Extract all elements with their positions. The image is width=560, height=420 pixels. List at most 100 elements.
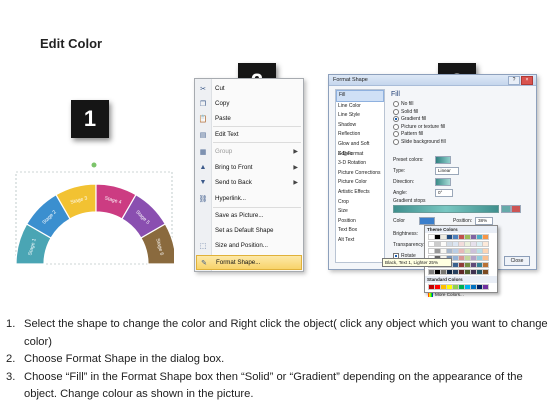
fill-option-label: No fill xyxy=(401,101,414,107)
sidebar-item-line-style[interactable]: Line Style xyxy=(336,111,384,121)
size-position-icon: ⬚ xyxy=(199,242,207,250)
brightness-label: Brightness: xyxy=(393,231,419,237)
palette-icon xyxy=(428,292,433,297)
menu-item-label: Copy xyxy=(215,100,230,107)
menu-item-label: Paste xyxy=(215,115,231,122)
menu-item-copy[interactable]: ❐ Copy xyxy=(196,97,302,110)
instruction-text: Select the shape to change the color and… xyxy=(24,318,548,348)
menu-item-label: Bring to Front xyxy=(215,164,253,171)
angle-label: Angle: xyxy=(393,190,408,196)
fill-option-5[interactable]: Slide background fill xyxy=(393,139,446,145)
radio-icon xyxy=(393,123,399,130)
sidebar-item-artistic-effects[interactable]: Artistic Effects xyxy=(336,188,384,198)
menu-item-send-to-back[interactable]: ▼ Send to Back ▶ xyxy=(196,176,302,189)
instruction-text: Choose “Fill” in the Format Shape box th… xyxy=(24,370,523,401)
group-icon: ▦ xyxy=(199,148,207,156)
color-picker-button[interactable] xyxy=(419,217,435,225)
menu-item-hyperlink[interactable]: ⛓ Hyperlink... xyxy=(196,192,302,205)
sidebar-item-picture-color[interactable]: Picture Color xyxy=(336,178,384,188)
instruction-number: 1. xyxy=(6,318,16,330)
fill-option-label: Slide background fill xyxy=(401,139,446,145)
color-swatch[interactable] xyxy=(482,248,489,254)
submenu-arrow-icon: ▶ xyxy=(293,149,298,155)
rotation-handle[interactable] xyxy=(91,162,97,168)
color-swatch[interactable] xyxy=(482,234,489,240)
fill-option-3[interactable]: Picture or texture fill xyxy=(393,123,446,130)
sidebar-item-position[interactable]: Position xyxy=(336,217,384,227)
position-input[interactable]: 38% xyxy=(475,217,493,225)
bring-front-icon: ▲ xyxy=(199,164,207,171)
submenu-arrow-icon: ▶ xyxy=(293,180,298,186)
step-badge-1: 1 xyxy=(71,100,109,138)
menu-separator xyxy=(213,126,301,127)
menu-item-size-and-position[interactable]: ⬚ Size and Position... xyxy=(196,239,302,252)
sidebar-item-reflection[interactable]: Reflection xyxy=(336,130,384,140)
menu-item-set-as-default-shape[interactable]: Set as Default Shape xyxy=(196,224,302,237)
direction-dropdown[interactable] xyxy=(435,178,451,186)
menu-item-label: Edit Text xyxy=(215,131,239,138)
format-shape-icon: ✎ xyxy=(201,259,207,267)
menu-item-group[interactable]: ▦ Group ▶ xyxy=(196,145,302,158)
menu-item-label: Size and Position... xyxy=(215,242,268,249)
sidebar-item-picture-corrections[interactable]: Picture Corrections xyxy=(336,169,384,179)
menu-item-label: Send to Back xyxy=(215,179,252,186)
sidebar-item-3-d-format[interactable]: 3-D Format xyxy=(336,150,384,160)
dialog-titlebar: Format Shape ? × xyxy=(329,75,536,86)
instructions-list: 1. Select the shape to change the color a… xyxy=(6,316,556,404)
sidebar-item-shadow[interactable]: Shadow xyxy=(336,121,384,131)
fill-option-label: Solid fill xyxy=(401,108,419,115)
angle-input[interactable]: 0° xyxy=(435,189,453,197)
menu-item-bring-to-front[interactable]: ▲ Bring to Front ▶ xyxy=(196,161,302,174)
fill-option-1[interactable]: Solid fill xyxy=(393,108,419,115)
menu-item-save-as-picture[interactable]: Save as Picture... xyxy=(196,209,302,222)
sidebar-item-glow-and-soft-edges[interactable]: Glow and Soft Edges xyxy=(336,140,384,157)
color-swatch[interactable] xyxy=(482,269,489,275)
fill-option-0[interactable]: No fill xyxy=(393,101,414,107)
sidebar-item-text-box[interactable]: Text Box xyxy=(336,226,384,236)
stage-arc-diagram[interactable]: Stage 1Stage 2Stage 3 Stage 4Stage 5Stage… xyxy=(14,156,174,268)
type-dropdown[interactable]: Linear xyxy=(435,167,459,175)
copy-icon: ❐ xyxy=(199,100,207,108)
sidebar-item-3-d-rotation[interactable]: 3-D Rotation xyxy=(336,159,384,169)
instruction-number: 2. xyxy=(6,353,16,365)
edit-text-icon: ▤ xyxy=(199,131,207,139)
remove-stop-button[interactable] xyxy=(511,205,521,213)
sidebar-item-line-color[interactable]: Line Color xyxy=(336,102,384,112)
fill-option-4[interactable]: Pattern fill xyxy=(393,131,423,138)
paste-icon: 📋 xyxy=(198,115,208,123)
menu-item-paste[interactable]: 📋 Paste xyxy=(196,112,302,125)
sidebar-item-crop[interactable]: Crop xyxy=(336,198,384,208)
preset-colors-dropdown[interactable] xyxy=(435,156,451,164)
menu-item-label: Cut xyxy=(215,85,225,92)
color-swatch[interactable] xyxy=(482,262,489,268)
gradient-stops-bar[interactable] xyxy=(393,205,499,213)
color-swatch[interactable] xyxy=(482,255,489,261)
color-swatch[interactable] xyxy=(482,241,489,247)
add-stop-button[interactable] xyxy=(501,205,511,213)
close-button[interactable]: Close xyxy=(504,256,530,266)
scissors-icon: ✂ xyxy=(200,85,206,93)
sidebar-item-fill[interactable]: Fill xyxy=(336,90,384,102)
close-icon[interactable]: × xyxy=(521,76,533,85)
instruction-item: 2. Choose Format Shape in the dialog box. xyxy=(6,351,556,369)
menu-separator xyxy=(213,207,301,208)
fill-option-label: Picture or texture fill xyxy=(401,123,446,130)
radio-icon xyxy=(393,116,399,123)
theme-colors-label: Theme Colors xyxy=(425,226,497,233)
menu-item-label: Group xyxy=(215,148,233,155)
page-title: Edit Color xyxy=(40,36,103,51)
color-tooltip: Black, Text 1, Lighter 25% xyxy=(382,258,452,267)
menu-item-cut[interactable]: ✂ Cut xyxy=(196,82,302,95)
menu-item-edit-text[interactable]: ▤ Edit Text xyxy=(196,128,302,141)
radio-icon xyxy=(393,101,399,107)
sidebar-item-alt-text[interactable]: Alt Text xyxy=(336,236,384,246)
more-colors-item[interactable]: More Colors... xyxy=(425,291,497,298)
instruction-item: 3. Choose “Fill” in the Format Shape box … xyxy=(6,369,556,404)
fill-option-2[interactable]: Gradient fill xyxy=(393,116,426,123)
sidebar-item-size[interactable]: Size xyxy=(336,207,384,217)
menu-item-format-shape[interactable]: ✎ Format Shape... xyxy=(196,255,302,270)
color-label: Color xyxy=(393,218,405,224)
help-button[interactable]: ? xyxy=(508,76,520,85)
color-swatch[interactable] xyxy=(482,284,489,290)
submenu-arrow-icon: ▶ xyxy=(293,165,298,171)
